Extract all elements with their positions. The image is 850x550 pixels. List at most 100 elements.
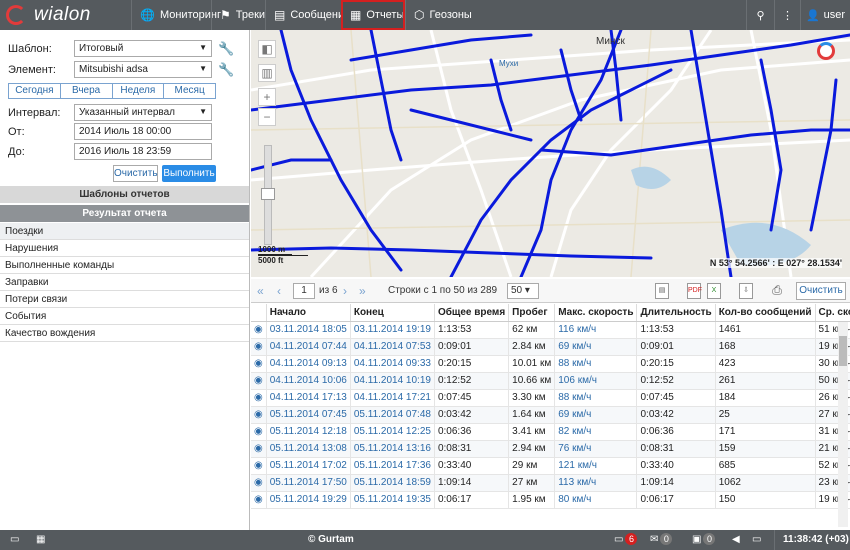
- table-cell[interactable]: 05.11.2014 17:50: [266, 474, 351, 492]
- result-item-driving-quality[interactable]: Качество вождения: [0, 325, 249, 342]
- table-cell[interactable]: 05.11.2014 13:08: [266, 440, 351, 458]
- table-cell[interactable]: 05.11.2014 12:25: [350, 423, 435, 441]
- table-cell[interactable]: 04.11.2014 09:13: [266, 355, 351, 373]
- nav-monitoring[interactable]: 🌐 Мониторинг: [131, 0, 221, 30]
- table-cell[interactable]: 82 км/ч: [554, 423, 638, 441]
- sound-icon[interactable]: ◀: [732, 530, 740, 550]
- table-row[interactable]: ◉ 03.11.2014 18:05 03.11.2014 19:19 1:13:53…: [251, 321, 850, 339]
- eye-icon[interactable]: ◉: [251, 491, 267, 509]
- map[interactable]: Минск Мухи: [251, 30, 850, 277]
- eye-icon[interactable]: ◉: [251, 338, 267, 356]
- table-row[interactable]: ◉ 04.11.2014 17:13 04.11.2014 17:21 0:07:45…: [251, 389, 850, 407]
- nav-tracks[interactable]: ⚑ Треки: [211, 0, 265, 30]
- excel-export-icon[interactable]: X: [707, 283, 721, 299]
- clear-button[interactable]: Очистить: [113, 165, 158, 182]
- template-select[interactable]: Итоговый ▼: [74, 40, 212, 57]
- table-row[interactable]: ◉ 05.11.2014 12:18 05.11.2014 12:25 0:06:36…: [251, 423, 850, 441]
- table-clear-button[interactable]: Очистить: [796, 282, 846, 300]
- table-cell[interactable]: 05.11.2014 17:36: [350, 457, 435, 475]
- notifications[interactable]: ▭ 6: [614, 530, 638, 550]
- eye-icon[interactable]: ◉: [251, 457, 267, 475]
- table-cell[interactable]: 121 км/ч: [554, 457, 638, 475]
- column-header[interactable]: Общее время: [434, 304, 510, 322]
- period-week[interactable]: Неделя: [113, 84, 165, 98]
- table-cell[interactable]: 04.11.2014 10:06: [266, 372, 351, 390]
- pdf-export-icon[interactable]: PDF: [687, 283, 702, 299]
- table-cell[interactable]: 106 км/ч: [554, 372, 638, 390]
- eye-icon[interactable]: ◉: [251, 355, 267, 373]
- table-cell[interactable]: 05.11.2014 19:35: [350, 491, 435, 509]
- table-cell[interactable]: 04.11.2014 09:33: [350, 355, 435, 373]
- column-header[interactable]: Макс. скорость: [554, 304, 638, 322]
- table-cell[interactable]: 03.11.2014 18:05: [266, 321, 351, 339]
- nav-geofences[interactable]: ⬡ Геозоны: [405, 0, 473, 30]
- wialon-logo[interactable]: wialon: [6, 4, 126, 26]
- table-row[interactable]: ◉ 04.11.2014 09:13 04.11.2014 09:33 0:20:15…: [251, 355, 850, 373]
- table-row[interactable]: ◉ 05.11.2014 17:02 05.11.2014 17:36 0:33:40…: [251, 457, 850, 475]
- element-select[interactable]: Mitsubishi adsa ▼: [74, 61, 212, 78]
- table-cell[interactable]: 05.11.2014 07:48: [350, 406, 435, 424]
- column-header[interactable]: Конец: [350, 304, 435, 322]
- eye-icon[interactable]: ◉: [251, 474, 267, 492]
- table-cell[interactable]: 05.11.2014 17:02: [266, 457, 351, 475]
- messages-indicator[interactable]: ✉ 0: [650, 530, 673, 550]
- panel-toggle-icon[interactable]: ▭: [10, 530, 19, 550]
- column-header[interactable]: Начало: [266, 304, 351, 322]
- table-scrollbar-thumb[interactable]: [839, 336, 847, 366]
- table-cell[interactable]: 88 км/ч: [554, 355, 638, 373]
- interval-select[interactable]: Указанный интервал ▼: [74, 104, 212, 121]
- table-cell[interactable]: 04.11.2014 07:53: [350, 338, 435, 356]
- zoom-in-button[interactable]: +: [258, 88, 276, 106]
- period-yesterday[interactable]: Вчера: [61, 84, 113, 98]
- table-cell[interactable]: 04.11.2014 07:44: [266, 338, 351, 356]
- table-cell[interactable]: 05.11.2014 07:45: [266, 406, 351, 424]
- table-row[interactable]: ◉ 05.11.2014 13:08 05.11.2014 13:16 0:08:31…: [251, 440, 850, 458]
- table-cell[interactable]: 80 км/ч: [554, 491, 638, 509]
- image-indicator[interactable]: ▣ 0: [692, 530, 716, 550]
- result-item-commands[interactable]: Выполненные команды: [0, 257, 249, 274]
- table-row[interactable]: ◉ 05.11.2014 07:45 05.11.2014 07:48 0:03:42…: [251, 406, 850, 424]
- eye-icon[interactable]: ◉: [251, 440, 267, 458]
- last-page-icon[interactable]: »: [359, 283, 366, 299]
- window-icon[interactable]: ▭: [752, 530, 761, 550]
- result-item-connection-loss[interactable]: Потери связи: [0, 291, 249, 308]
- table-cell[interactable]: 88 км/ч: [554, 389, 638, 407]
- table-cell[interactable]: 04.11.2014 10:19: [350, 372, 435, 390]
- result-item-trips[interactable]: Поездки: [0, 223, 249, 240]
- from-input[interactable]: 2014 Июль 18 00:00: [74, 123, 212, 140]
- nav-reports[interactable]: ▦ Отчеты: [341, 0, 405, 30]
- per-page-select[interactable]: 50 ▾: [507, 283, 539, 299]
- prev-page-icon[interactable]: ‹: [277, 283, 281, 299]
- period-today[interactable]: Сегодня: [9, 84, 61, 98]
- more-button[interactable]: ⋮: [774, 0, 800, 30]
- zoom-out-button[interactable]: −: [258, 108, 276, 126]
- table-cell[interactable]: 05.11.2014 19:29: [266, 491, 351, 509]
- table-cell[interactable]: 113 км/ч: [554, 474, 638, 492]
- table-cell[interactable]: 116 км/ч: [554, 321, 638, 339]
- report-templates-header[interactable]: Шаблоны отчетов: [0, 186, 249, 203]
- table-row[interactable]: ◉ 05.11.2014 19:29 05.11.2014 19:35 0:06:17…: [251, 491, 850, 509]
- print-table-icon[interactable]: ▤: [655, 283, 669, 299]
- column-header[interactable]: Длительность: [636, 304, 716, 322]
- nav-messages[interactable]: ▤ Сообщения: [265, 0, 350, 30]
- table-cell[interactable]: 05.11.2014 13:16: [350, 440, 435, 458]
- eye-icon[interactable]: ◉: [251, 321, 267, 339]
- grid-icon[interactable]: ▦: [36, 530, 45, 550]
- printer-icon[interactable]: ⎙: [769, 283, 785, 299]
- table-cell[interactable]: 04.11.2014 17:13: [266, 389, 351, 407]
- map-book-icon[interactable]: ▥: [258, 64, 276, 82]
- to-input[interactable]: 2016 Июль 18 23:59: [74, 143, 212, 160]
- table-cell[interactable]: 05.11.2014 12:18: [266, 423, 351, 441]
- first-page-icon[interactable]: «: [257, 283, 264, 299]
- table-cell[interactable]: 69 км/ч: [554, 406, 638, 424]
- next-page-icon[interactable]: ›: [343, 283, 347, 299]
- eye-icon[interactable]: ◉: [251, 389, 267, 407]
- table-row[interactable]: ◉ 04.11.2014 07:44 04.11.2014 07:53 0:09:01…: [251, 338, 850, 356]
- column-header[interactable]: Пробег: [508, 304, 556, 322]
- result-item-violations[interactable]: Нарушения: [0, 240, 249, 257]
- run-button[interactable]: Выполнить: [162, 165, 216, 182]
- column-header[interactable]: Ср. скорость: [815, 304, 850, 322]
- zoom-slider-thumb[interactable]: [261, 188, 275, 200]
- page-input[interactable]: 1: [293, 283, 315, 299]
- result-item-events[interactable]: События: [0, 308, 249, 325]
